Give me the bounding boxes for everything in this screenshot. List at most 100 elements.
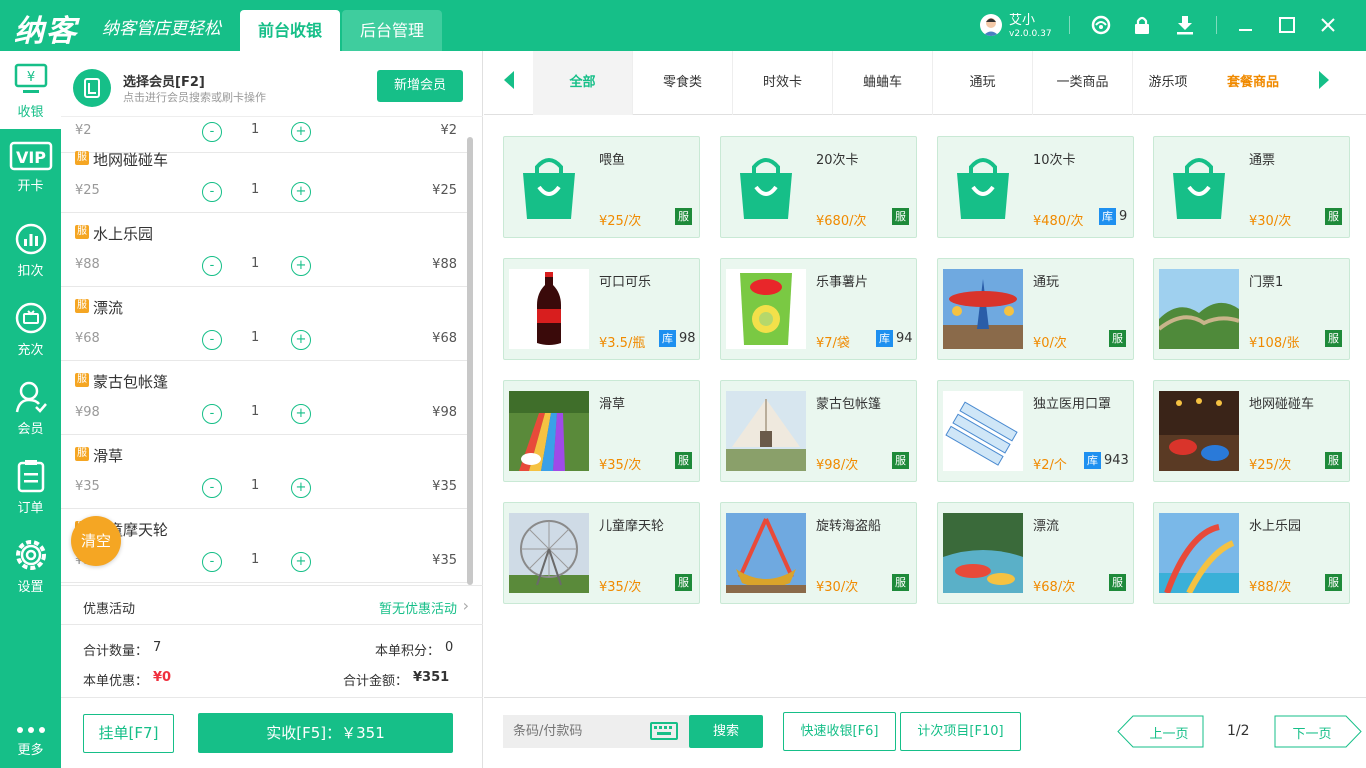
sidebar-item-recharge[interactable]: 充次 [0,289,61,367]
cart-item-subtotal: ¥25 [432,183,457,198]
qty-decrease-button[interactable]: - [202,552,222,572]
sidebar-item-more[interactable]: 更多 [0,711,61,768]
next-page-button[interactable]: 下一页 [1274,715,1362,748]
product-price: ¥480/次 [1033,214,1084,229]
user-avatar[interactable] [980,14,1002,36]
category-next-arrow-icon[interactable] [1319,71,1329,89]
chevron-right-icon: › [462,596,469,615]
vip-badge: VIP [15,148,45,167]
stock-tag: 库 [1099,208,1116,225]
category-tab[interactable]: 蛐蛐车 [833,51,933,115]
product-card[interactable]: 可口可乐 ¥3.5/瓶 库 98 [503,258,700,360]
promo-row[interactable]: 优惠活动 暂无优惠活动 › [61,585,483,625]
product-card[interactable]: 水上乐园 ¥88/次 服 [1153,502,1350,604]
search-button[interactable]: 搜索 [689,715,763,748]
qty-decrease-button[interactable]: - [202,182,222,202]
cart-row[interactable]: 服 滑草 ¥35 - 1 + ¥35 [61,435,469,509]
qty-increase-button[interactable]: + [291,330,311,350]
add-member-button[interactable]: 新增会员 [377,70,463,102]
sidebar-item-open-card[interactable]: VIP 开卡 [0,131,61,209]
qty-increase-button[interactable]: + [291,182,311,202]
cart-scrollbar[interactable] [467,137,473,585]
minimize-icon[interactable] [1234,14,1256,36]
discount-value: ¥0 [153,670,172,685]
hold-order-button[interactable]: 挂单[F7] [83,714,174,753]
cart-row[interactable]: 服 水上乐园 ¥88 - 1 + ¥88 [61,213,469,287]
category-tab[interactable]: 时效卡 [733,51,833,115]
cart-row[interactable]: 服 儿童摩天轮 ¥35 - 1 + ¥35 [61,509,469,583]
sidebar-item-cashier[interactable]: ¥ 收银 [0,51,61,129]
product-card[interactable]: 通玩 ¥0/次 服 [937,258,1134,360]
cart-row[interactable]: 服 漂流 ¥68 - 1 + ¥68 [61,287,469,361]
stock-tag: 库 [876,330,893,347]
product-stock: 943 [1104,453,1129,468]
sidebar-item-members[interactable]: 会员 [0,368,61,446]
qty-decrease-button[interactable]: - [202,330,222,350]
product-card[interactable]: 20次卡 ¥680/次 服 [720,136,917,238]
prev-page-button[interactable]: 上一页 [1117,715,1221,748]
product-card[interactable]: 蒙古包帐篷 ¥98/次 服 [720,380,917,482]
product-card[interactable]: 独立医用口罩 ¥2/个 库 943 [937,380,1134,482]
product-card[interactable]: 通票 ¥30/次 服 [1153,136,1350,238]
download-icon[interactable] [1174,14,1196,36]
support-icon[interactable] [1090,14,1112,36]
service-badge: 服 [75,373,89,387]
product-price: ¥3.5/瓶 [599,336,646,351]
product-name: 10次卡 [1033,153,1076,168]
cart-item-price: ¥2 [75,123,92,138]
qty-decrease-button[interactable]: - [202,404,222,424]
tab-front-cashier[interactable]: 前台收银 [240,10,340,51]
cart-row[interactable]: 服 蒙古包帐篷 ¥98 - 1 + ¥98 [61,361,469,435]
sidebar-item-deduct[interactable]: 扣次 [0,210,61,288]
close-icon[interactable] [1317,14,1339,36]
product-card[interactable]: 门票1 ¥108/张 服 [1153,258,1350,360]
qty-decrease-button[interactable]: - [202,256,222,276]
service-badge: 服 [75,299,89,313]
product-card[interactable]: 滑草 ¥35/次 服 [503,380,700,482]
category-tab[interactable]: 零食类 [633,51,733,115]
recharge-icon [15,302,46,334]
product-name: 20次卡 [816,153,859,168]
product-card[interactable]: 喂鱼 ¥25/次 服 [503,136,700,238]
pay-button[interactable]: 实收[F5]：￥351 [198,713,453,753]
category-prev-arrow-icon[interactable] [504,71,514,89]
user-name: 艾小 [1009,13,1036,28]
category-tab[interactable]: 一类商品 [1033,51,1133,115]
qty-increase-button[interactable]: + [291,404,311,424]
product-card[interactable]: 乐事薯片 ¥7/袋 库 94 [720,258,917,360]
category-tab[interactable]: 通玩 [933,51,1033,115]
lock-icon[interactable] [1131,14,1153,36]
category-tab-all[interactable]: 全部 [533,51,633,115]
points-value: 0 [445,640,454,655]
sidebar-item-orders[interactable]: 订单 [0,447,61,525]
product-card[interactable]: 儿童摩天轮 ¥35/次 服 [503,502,700,604]
product-card[interactable]: 地网碰碰车 ¥25/次 服 [1153,380,1350,482]
product-card[interactable]: 旋转海盗船 ¥30/次 服 [720,502,917,604]
vip-icon: VIP [9,141,52,171]
cart-item-price: ¥35 [75,479,100,494]
product-card[interactable]: 10次卡 ¥480/次 库 9 [937,136,1134,238]
sidebar-label: 会员 [17,422,44,437]
product-card[interactable]: 漂流 ¥68/次 服 [937,502,1134,604]
product-price: ¥88/次 [1249,580,1292,595]
keyboard-icon[interactable] [650,722,678,740]
sidebar-item-settings[interactable]: 设置 [0,526,61,604]
maximize-icon[interactable] [1276,14,1298,36]
qty-increase-button[interactable]: + [291,478,311,498]
count-items-button[interactable]: 计次项目[F10] [900,712,1021,751]
product-panel: 全部 零食类 时效卡 蛐蛐车 通玩 一类商品 游乐项 套餐商品 喂鱼 ¥25/次… [484,51,1366,768]
qty-increase-button[interactable]: + [291,256,311,276]
clear-cart-button[interactable]: 清空 [71,516,121,566]
member-select[interactable]: 选择会员[F2] 点击进行会员搜索或刷卡操作 新增会员 [61,51,483,117]
qty-increase-button[interactable]: + [291,552,311,572]
tab-back-office[interactable]: 后台管理 [342,10,442,51]
category-tab[interactable]: 游乐项 [1133,51,1203,115]
shopping-bag-icon [509,147,589,227]
qty-decrease-button[interactable]: - [202,478,222,498]
quick-checkout-button[interactable]: 快速收银[F6] [783,712,896,751]
product-price: ¥25/次 [1249,458,1292,473]
category-tab-package[interactable]: 套餐商品 [1203,51,1303,115]
cola-bottle-icon [509,269,589,349]
cart-row[interactable]: 服 地网碰碰车 ¥25 - 1 + ¥25 [61,139,469,213]
product-price: ¥35/次 [599,580,642,595]
